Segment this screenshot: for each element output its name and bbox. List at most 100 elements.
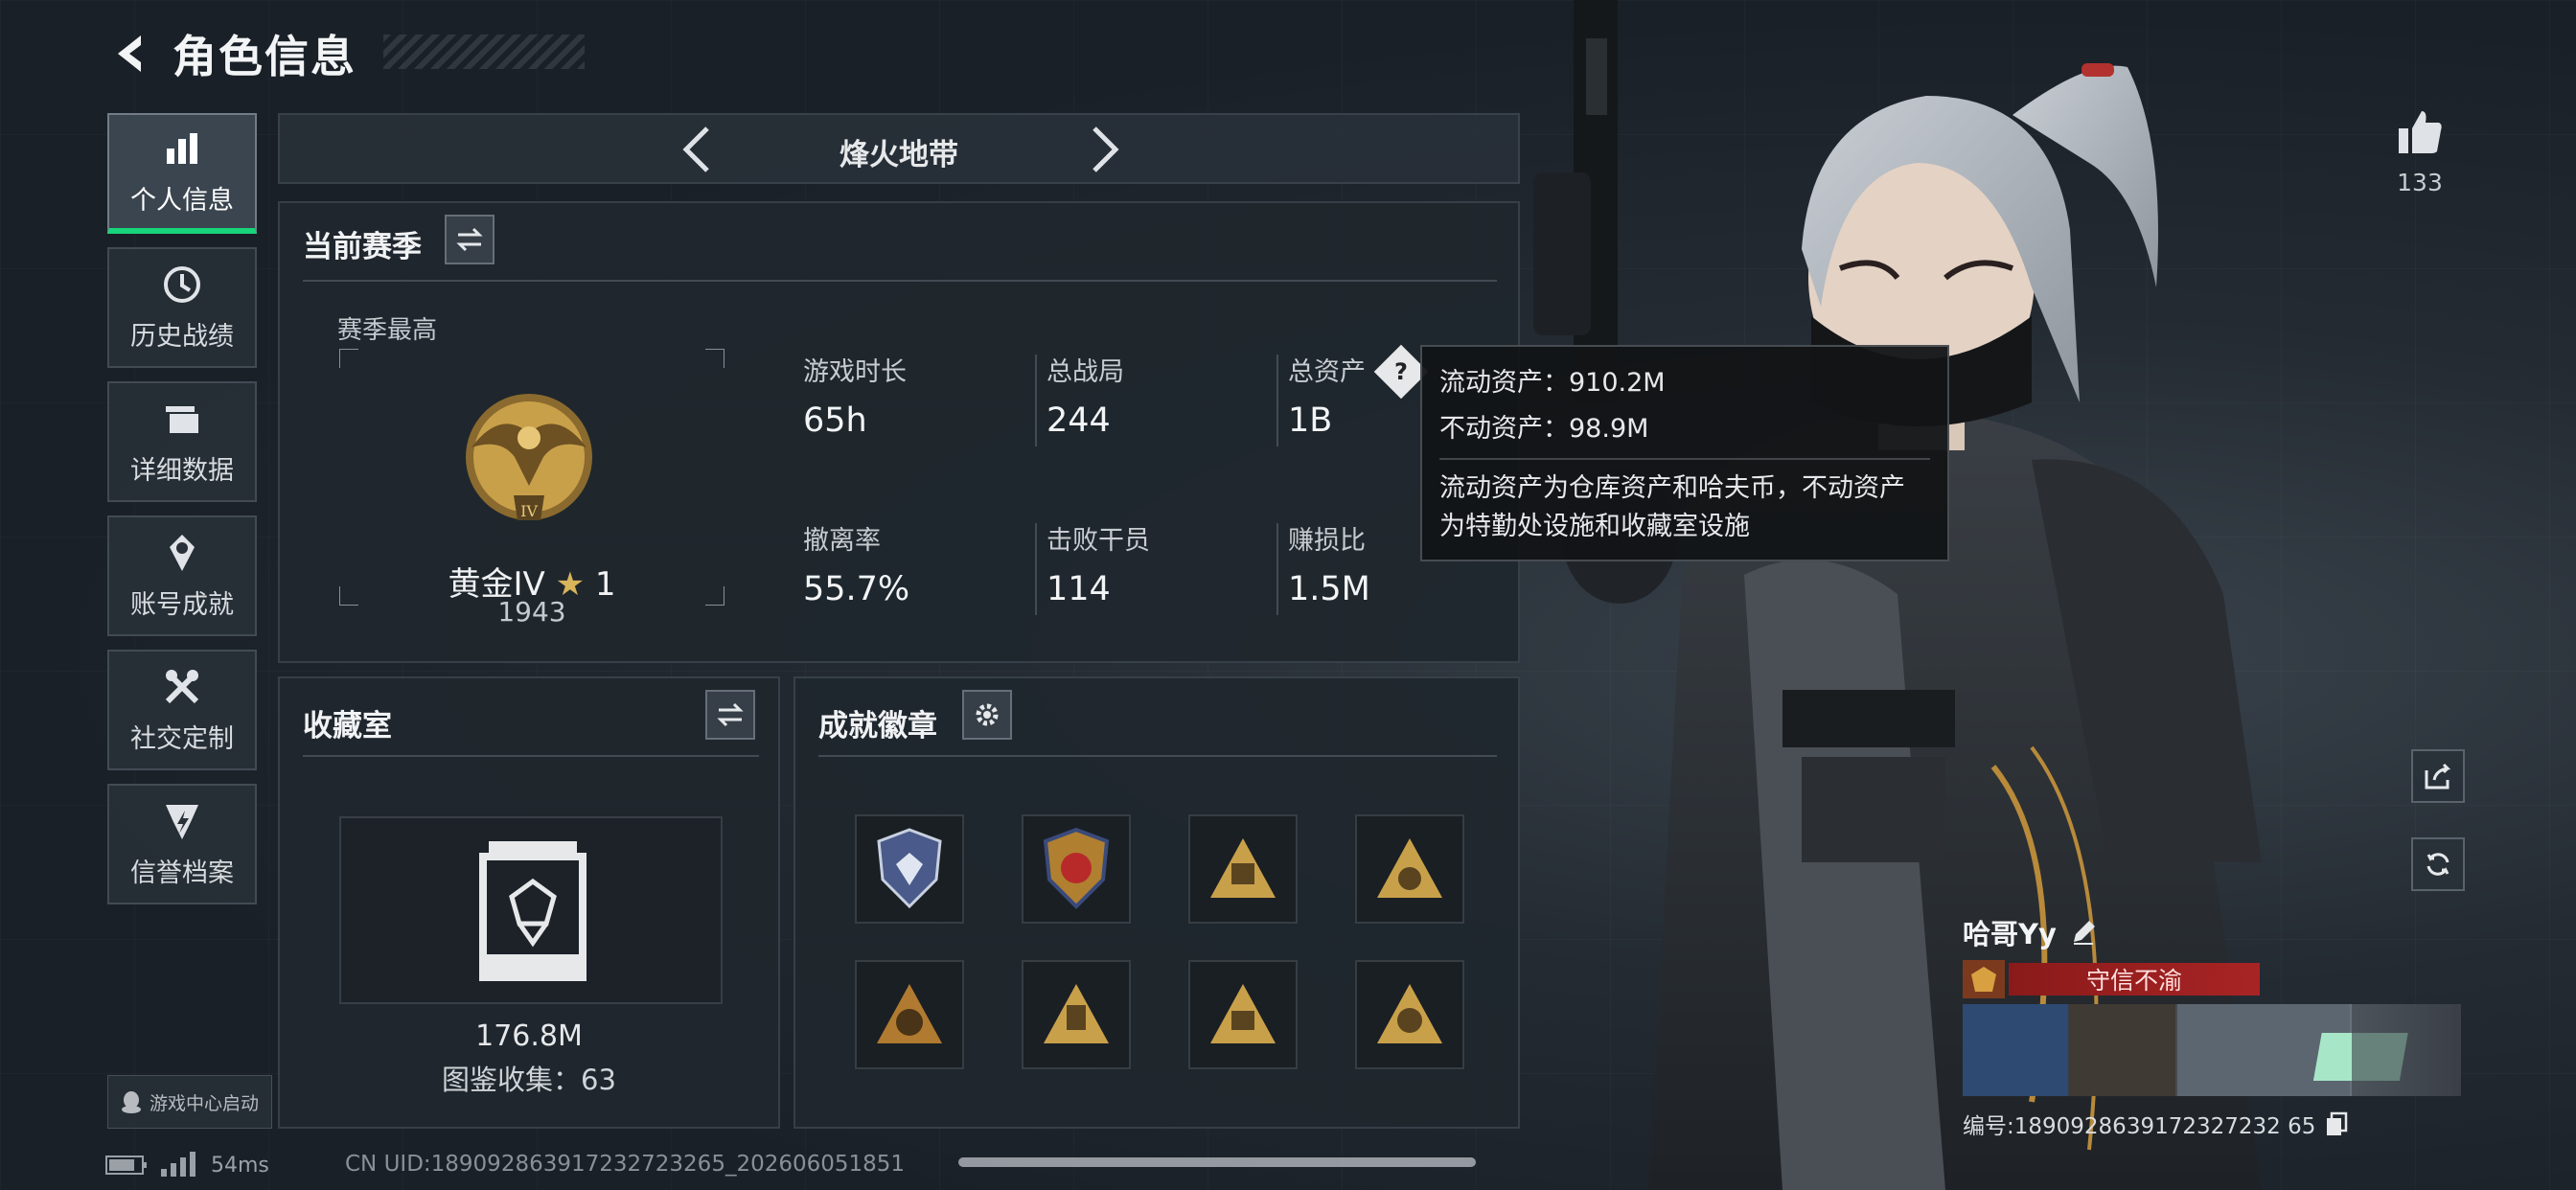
- collection-value: 176.8M: [475, 1019, 583, 1053]
- collection-vault-preview[interactable]: [339, 816, 723, 1004]
- battery-icon: [105, 1156, 147, 1175]
- nav-item-label: 信誉档案: [130, 858, 234, 888]
- folder-icon: [161, 398, 203, 440]
- nav-item-profile[interactable]: 个人信息: [107, 113, 257, 234]
- ping-value: 54ms: [211, 1153, 269, 1178]
- share-icon: [2425, 763, 2451, 790]
- player-uid: 编号:1890928639172327232 65: [1963, 1114, 2316, 1139]
- collection-count: 图鉴收集：63: [442, 1064, 616, 1096]
- player-uid-row: 编号:1890928639172327232 65: [1963, 1108, 2461, 1140]
- footer-uid: CN UID:189092863917232723265_20260605185…: [345, 1152, 906, 1177]
- badge-slot[interactable]: [1022, 960, 1131, 1069]
- achievement-icon: [161, 532, 203, 574]
- badge-slot[interactable]: [1355, 814, 1464, 924]
- page-title: 角色信息: [172, 31, 356, 82]
- side-nav: 个人信息 历史战绩 详细数据 账号成就 社交定制 信誉档案: [107, 113, 257, 918]
- mode-selector: 烽火地带: [278, 113, 1520, 184]
- nav-item-social[interactable]: 社交定制: [107, 650, 257, 770]
- question-icon: ?: [1394, 357, 1408, 385]
- back-button[interactable]: [105, 29, 155, 79]
- season-best-label: 赛季最高: [337, 316, 438, 345]
- achievement-badges-panel: 成就徽章: [794, 676, 1520, 1129]
- header: 角色信息: [105, 27, 356, 82]
- triangle-badge-icon: [877, 984, 942, 1043]
- player-name: 哈哥Yy: [1963, 918, 2057, 950]
- nav-item-achievements[interactable]: 账号成就: [107, 515, 257, 636]
- like-count: 133: [2397, 169, 2443, 196]
- badge-slot[interactable]: [1022, 814, 1131, 924]
- season-divider: [303, 280, 1497, 282]
- tooltip-description-2: 为特勤处设施和收藏室设施: [1439, 512, 1750, 541]
- thumbs-up-icon: [2399, 111, 2442, 153]
- nav-item-label: 账号成就: [130, 589, 234, 620]
- tooltip-description-1: 流动资产为仓库资产和哈夫币，不动资产: [1439, 473, 1905, 503]
- player-banner[interactable]: [1963, 1004, 2461, 1096]
- badge-slot[interactable]: [855, 814, 964, 924]
- rank-score: 1943: [497, 596, 566, 628]
- season-switch-button[interactable]: [445, 215, 494, 264]
- player-title-tag: 守信不渝: [2009, 963, 2260, 995]
- police-badge-icon: [1043, 827, 1110, 909]
- nav-item-details[interactable]: 详细数据: [107, 381, 257, 502]
- scroll-indicator[interactable]: [958, 1157, 1476, 1167]
- badge-slot[interactable]: [1188, 814, 1298, 924]
- badges-settings-button[interactable]: [962, 690, 1012, 740]
- share-button[interactable]: [2411, 749, 2465, 803]
- triangle-badge-icon: [1377, 984, 1442, 1043]
- assets-tooltip: 流动资产：910.2M 不动资产：98.9M 流动资产为仓库资产和哈夫币，不动资…: [1420, 345, 1949, 561]
- game-center-launch-button[interactable]: 游戏中心启动: [107, 1075, 272, 1129]
- stat-profit-ratio: 赚损比 1.5M: [1276, 519, 1370, 615]
- signal-icon: [161, 1152, 196, 1177]
- stat-total-matches: 总战局 244: [1035, 351, 1124, 446]
- banner-artwork: [1963, 1004, 2461, 1096]
- nav-item-label: 个人信息: [130, 185, 234, 216]
- badges-title: 成就徽章: [818, 709, 937, 744]
- bar-chart-icon: [161, 127, 203, 170]
- current-season-panel: 当前赛季 赛季最高 IV 黄金IV ★ 1 1943 游戏时长 65h 总战局 …: [278, 201, 1520, 663]
- stat-kills: 击败干员 114: [1035, 519, 1150, 615]
- swap-icon: [717, 702, 744, 727]
- badge-slot[interactable]: [1188, 960, 1298, 1069]
- copy-icon[interactable]: [2325, 1111, 2348, 1136]
- stat-extraction-rate: 撤离率 55.7%: [803, 526, 910, 608]
- history-icon: [161, 263, 203, 306]
- mode-next-button[interactable]: [1079, 125, 1129, 174]
- title-decoration: [383, 34, 585, 69]
- gear-icon: [976, 703, 999, 726]
- vault-display-icon: [479, 841, 586, 981]
- badges-divider: [818, 755, 1497, 757]
- player-title-row: 守信不渝: [1963, 960, 2461, 998]
- triangle-badge-icon: [1377, 838, 1442, 898]
- triangle-badge-icon: [1044, 984, 1109, 1043]
- stat-play-time: 游戏时长 65h: [803, 357, 907, 440]
- refresh-button[interactable]: [2411, 837, 2465, 891]
- badge-slot[interactable]: [1355, 960, 1464, 1069]
- swap-icon: [456, 227, 483, 252]
- collection-title: 收藏室: [303, 709, 392, 744]
- nav-item-label: 社交定制: [130, 723, 234, 754]
- status-bar: 54ms: [105, 1152, 269, 1179]
- tooltip-liquid-assets: 流动资产：910.2M: [1439, 368, 1666, 398]
- game-center-label: 游戏中心启动: [149, 1092, 259, 1114]
- collection-divider: [303, 755, 759, 757]
- badge-slot[interactable]: [855, 960, 964, 1069]
- stat-total-assets: 总资产 1B: [1276, 351, 1366, 446]
- tools-icon: [161, 666, 203, 708]
- mode-title: 烽火地带: [840, 138, 958, 172]
- nav-item-history[interactable]: 历史战绩: [107, 247, 257, 368]
- nav-item-label: 历史战绩: [130, 321, 234, 352]
- edit-icon[interactable]: [2070, 919, 2097, 946]
- nav-item-label: 详细数据: [130, 455, 234, 486]
- shield-badge-icon: [877, 828, 942, 909]
- refresh-icon: [2426, 853, 2450, 876]
- nav-item-credit[interactable]: 信誉档案: [107, 784, 257, 904]
- qq-icon: [121, 1091, 141, 1113]
- player-name-row: 哈哥Yy: [1963, 912, 2461, 952]
- player-profile-card: 哈哥Yy 守信不渝 编号:1890928639172327232 65: [1963, 912, 2461, 1140]
- back-arrow-icon: [118, 35, 141, 72]
- like-button[interactable]: 133: [2386, 105, 2453, 196]
- collection-switch-button[interactable]: [705, 690, 755, 740]
- gold-rank-emblem-icon: IV: [466, 394, 592, 520]
- chevron-right-icon: [1092, 126, 1119, 172]
- title-emblem-icon: [1963, 960, 2005, 998]
